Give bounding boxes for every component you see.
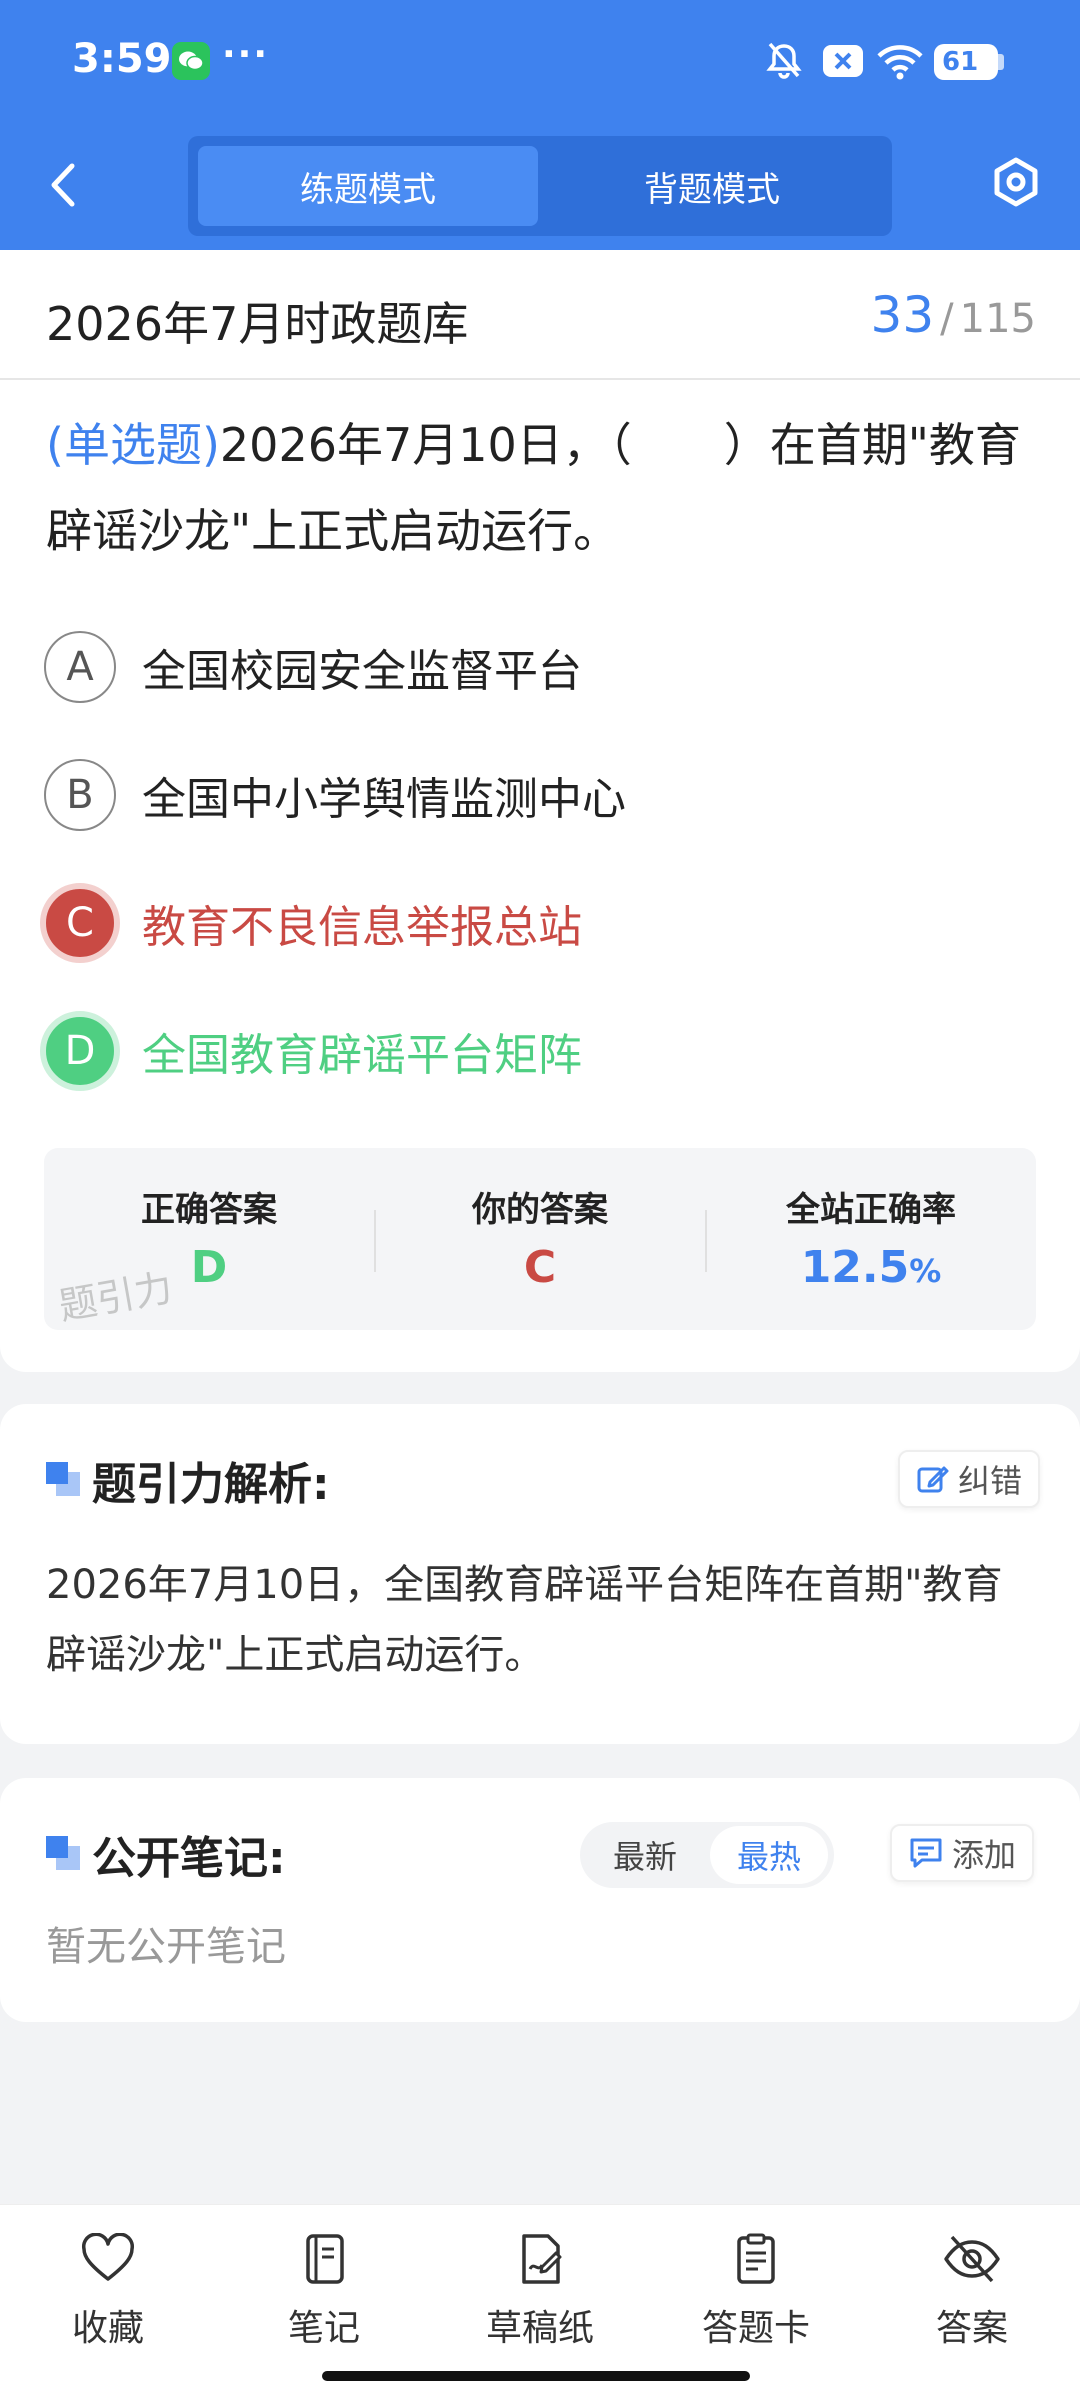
draft-icon: [522, 2234, 562, 2284]
your-answer-column: 你的答案 C: [375, 1148, 705, 1330]
accuracy-rate-value: 12.5%: [706, 1242, 1036, 1293]
option-text: 全国教育辟谣平台矩阵: [142, 1030, 582, 1081]
public-notes-title: 公开笔记:: [92, 1833, 286, 1884]
total-question-count: 115: [959, 296, 1036, 342]
option-letter: B: [44, 759, 116, 831]
tab-favorite[interactable]: 收藏: [28, 2233, 188, 2351]
question-stem: (单选题)2026年7月10日，（ ）在首期"教育辟谣沙龙"上正式启动运行。: [46, 402, 1046, 574]
analysis-card: 题引力解析: 纠错 2026年7月10日，全国教育辟谣平台矩阵在首期"教育辟谣沙…: [0, 1404, 1080, 1744]
answer-sheet-icon: [737, 2233, 775, 2284]
mode-switch: 练题模式 背题模式: [188, 136, 892, 236]
top-header: 3:59 ··· 61 练题模式 背题模式: [0, 0, 1080, 250]
option-letter: A: [44, 631, 116, 703]
question-bank-header: 2026年7月时政题库 33/115: [0, 250, 1080, 380]
comment-icon: [910, 1838, 942, 1868]
tab-practice-mode[interactable]: 练题模式: [198, 146, 538, 226]
tab-label: 草稿纸: [485, 2308, 594, 2349]
correct-answer-label: 正确答案: [141, 1190, 277, 1230]
add-note-label: 添加: [952, 1836, 1017, 1874]
heart-icon: [82, 2233, 134, 2281]
more-notifications-icon: ···: [222, 34, 270, 75]
report-error-label: 纠错: [958, 1462, 1023, 1500]
back-button[interactable]: [44, 160, 84, 210]
wechat-icon: [172, 42, 210, 80]
report-error-button[interactable]: 纠错: [898, 1450, 1041, 1508]
accuracy-rate-label: 全站正确率: [786, 1190, 956, 1230]
option-letter: D: [40, 1011, 120, 1091]
settings-button[interactable]: [990, 156, 1042, 208]
empty-notes-text: 暂无公开笔记: [46, 1924, 286, 1970]
tab-label: 笔记: [287, 2308, 360, 2349]
question-type: (单选题): [46, 418, 220, 472]
hexagon-settings-icon: [994, 157, 1038, 207]
answer-summary: 正确答案 D 你的答案 C 全站正确率 12.5% 题引力: [44, 1148, 1036, 1330]
status-bar: 3:59 ··· 61: [0, 0, 1080, 125]
current-question-number: 33: [870, 286, 935, 344]
sort-latest-button[interactable]: 最新: [586, 1826, 704, 1884]
tab-notes[interactable]: 笔记: [244, 2233, 404, 2351]
option-d[interactable]: D 全国教育辟谣平台矩阵: [40, 1006, 582, 1096]
analysis-text: 2026年7月10日，全国教育辟谣平台矩阵在首期"教育辟谣沙龙"上正式启动运行。: [46, 1562, 1003, 1678]
progress-separator: /: [940, 296, 954, 342]
tab-answer[interactable]: 答案: [892, 2233, 1052, 2351]
tab-label: 收藏: [71, 2308, 144, 2349]
tab-answer-sheet[interactable]: 答题卡: [676, 2233, 836, 2351]
chevron-left-icon: [51, 163, 75, 207]
notes-sort-switch: 最新 最热: [580, 1822, 834, 1888]
edit-icon: [917, 1466, 949, 1493]
question-bank-title: 2026年7月时政题库: [46, 297, 469, 351]
section-squares-icon: [46, 1836, 80, 1870]
accuracy-rate-unit: %: [909, 1252, 942, 1290]
home-indicator[interactable]: [322, 2371, 750, 2381]
option-letter: C: [40, 883, 120, 963]
battery-indicator: 61: [934, 44, 998, 80]
wifi-icon: [876, 44, 924, 84]
sort-hot-button[interactable]: 最热: [710, 1826, 828, 1884]
option-c[interactable]: C 教育不良信息举报总站: [40, 878, 582, 968]
question-card: (单选题)2026年7月10日，（ ）在首期"教育辟谣沙龙"上正式启动运行。 A…: [0, 380, 1080, 1372]
public-notes-card: 公开笔记: 最新 最热 添加 暂无公开笔记: [0, 1778, 1080, 2022]
status-time: 3:59: [72, 36, 172, 82]
battery-tip: [998, 54, 1004, 70]
option-text: 全国中小学舆情监测中心: [142, 774, 626, 825]
no-sim-icon: [822, 44, 864, 82]
section-squares-icon: [46, 1462, 80, 1496]
option-text: 全国校园安全监督平台: [142, 646, 582, 697]
mute-icon: [766, 42, 802, 84]
your-answer-value: C: [523, 1242, 557, 1293]
option-b[interactable]: B 全国中小学舆情监测中心: [44, 750, 626, 840]
accuracy-rate-number: 12.5: [800, 1242, 910, 1293]
option-text: 教育不良信息举报总站: [142, 902, 582, 953]
tab-draft-paper[interactable]: 草稿纸: [460, 2233, 620, 2351]
tab-label: 答题卡: [701, 2308, 810, 2349]
analysis-title: 题引力解析:: [92, 1459, 330, 1510]
tab-label: 答案: [935, 2308, 1008, 2349]
notebook-icon: [306, 2234, 344, 2284]
accuracy-rate-column: 全站正确率 12.5%: [706, 1148, 1036, 1330]
question-progress: 33/115: [871, 286, 1036, 344]
eye-off-icon: [944, 2235, 1000, 2283]
add-note-button[interactable]: 添加: [890, 1824, 1035, 1882]
your-answer-label: 你的答案: [472, 1190, 608, 1230]
option-a[interactable]: A 全国校园安全监督平台: [44, 622, 582, 712]
tab-recite-mode[interactable]: 背题模式: [542, 146, 882, 226]
